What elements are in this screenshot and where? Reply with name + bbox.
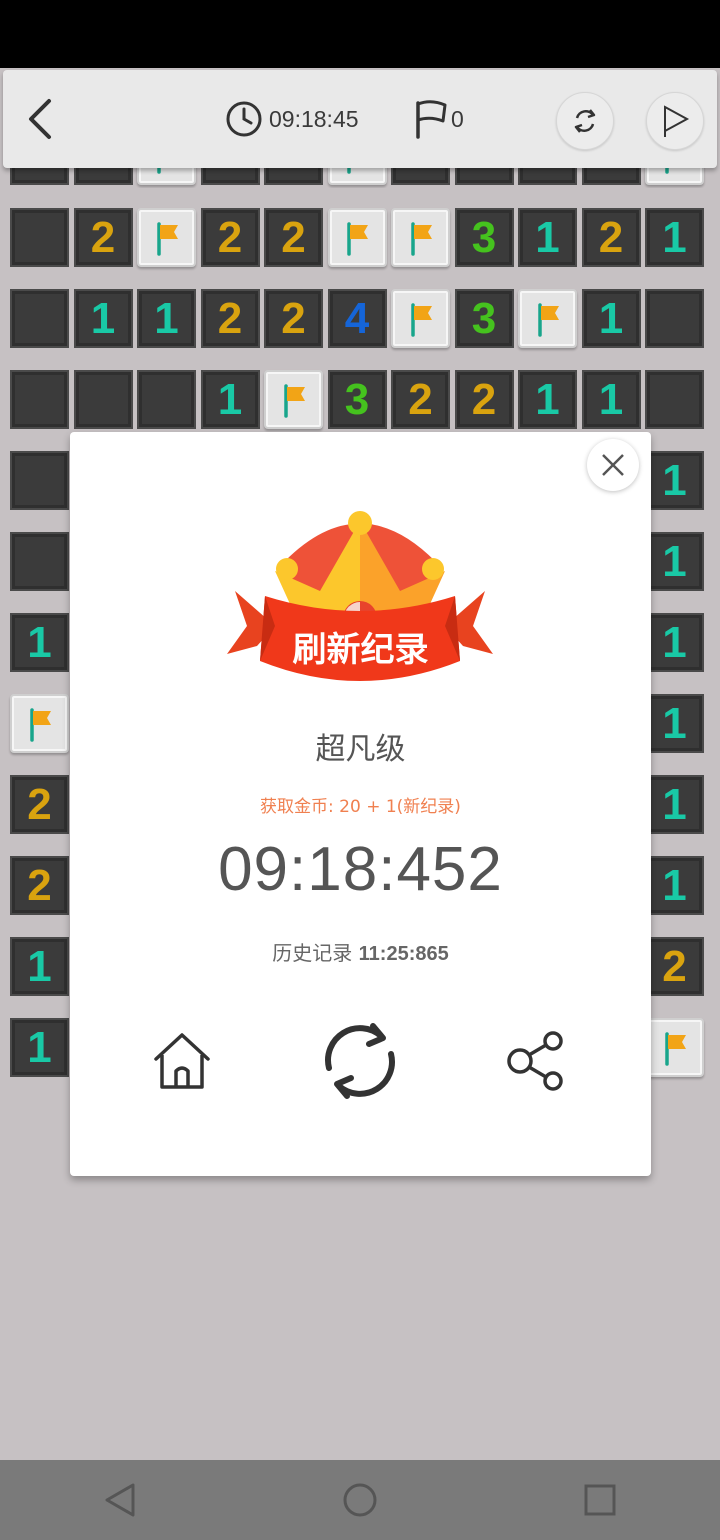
replay-icon xyxy=(325,1023,395,1099)
restart-button[interactable] xyxy=(556,92,614,150)
timer-value: 09:18:45 xyxy=(269,105,359,132)
back-arrow-icon xyxy=(29,99,51,139)
system-nav-bar xyxy=(0,1460,720,1540)
share-button[interactable] xyxy=(502,1016,572,1106)
share-icon xyxy=(507,1031,563,1091)
nav-recents-button[interactable] xyxy=(560,1460,640,1540)
coins-earned: 获取金币: 20 + 1(新纪录) xyxy=(260,797,461,817)
replay-button[interactable] xyxy=(310,1016,410,1106)
best-record: 历史记录 11:25:865 xyxy=(70,937,651,966)
status-bar xyxy=(0,0,720,68)
top-bar: 09:18:45 0 xyxy=(3,70,717,168)
finish-time: 09:18:452 xyxy=(218,835,503,904)
clock-icon xyxy=(226,101,262,137)
flag-counter: 0 xyxy=(413,98,464,140)
home-button[interactable] xyxy=(146,1016,218,1106)
flag-icon xyxy=(416,100,447,139)
best-record-label: 历史记录 xyxy=(272,941,353,965)
game-timer: 09:18:45 xyxy=(225,98,359,140)
close-icon xyxy=(602,454,624,476)
play-button[interactable] xyxy=(646,92,704,150)
home-icon xyxy=(154,1033,210,1089)
best-record-value: 11:25:865 xyxy=(358,943,449,965)
nav-recents-icon xyxy=(584,1484,616,1516)
close-button[interactable] xyxy=(587,439,639,491)
flag-count: 0 xyxy=(451,105,464,132)
nav-back-icon xyxy=(105,1483,135,1517)
new-record-banner: 刷新纪录 xyxy=(292,630,429,670)
new-record-dialog: 刷新纪录 超凡级 获取金币: 20 + 1(新纪录) 09:18:452 历史记… xyxy=(70,432,651,1176)
back-button[interactable] xyxy=(21,95,61,143)
play-icon xyxy=(664,105,690,137)
refresh-icon xyxy=(574,109,596,133)
nav-home-button[interactable] xyxy=(320,1460,400,1540)
nav-back-button[interactable] xyxy=(80,1460,160,1540)
difficulty-label: 超凡级 xyxy=(315,732,406,767)
nav-home-icon xyxy=(343,1483,377,1517)
